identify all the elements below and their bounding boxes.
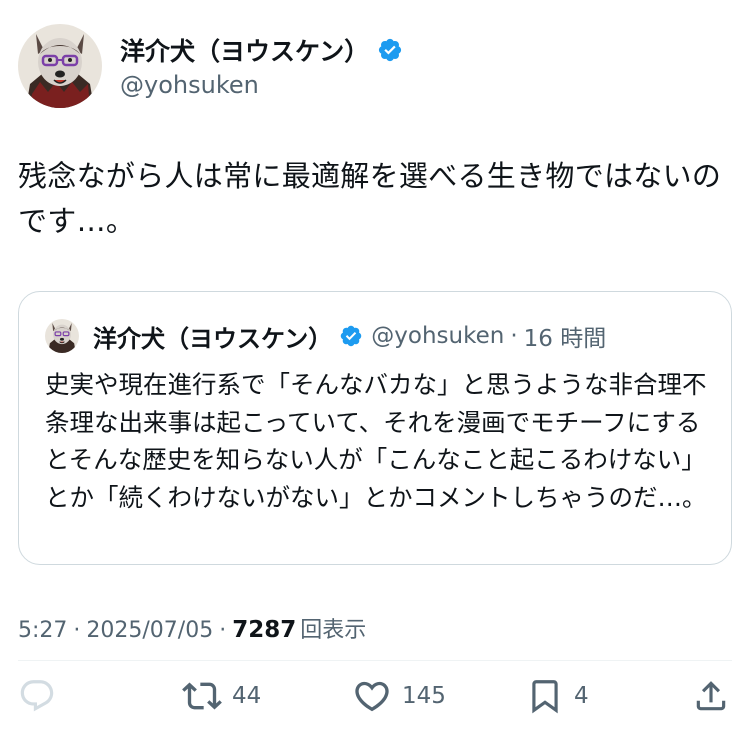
- bookmark-button[interactable]: 4: [526, 672, 589, 720]
- quoted-tweet-card[interactable]: 洋介犬（ヨウスケン） @yohsuken · 16 時間 史実や現在進行系で「そ…: [18, 291, 732, 565]
- quoted-tweet-header: 洋介犬（ヨウスケン） @yohsuken · 16 時間: [45, 318, 606, 354]
- retweet-count: 44: [232, 683, 262, 709]
- meta-separator: ·: [219, 618, 227, 643]
- share-icon: [692, 677, 730, 715]
- tweet-time[interactable]: 5:27: [18, 618, 67, 643]
- author-avatar[interactable]: [18, 24, 102, 108]
- like-button[interactable]: 145: [352, 672, 446, 720]
- meta-separator: ·: [73, 618, 81, 643]
- bookmark-count: 4: [574, 683, 589, 709]
- action-bar: 44 145 4: [18, 672, 732, 720]
- reply-icon: [18, 677, 56, 715]
- tweet-header: 洋介犬（ヨウスケン） @yohsuken: [18, 24, 403, 108]
- quoted-author-display-name: 洋介犬（ヨウスケン）: [93, 324, 333, 353]
- tweet-text: 残念ながら人は常に最適解を選べる生き物ではないのです…。: [18, 159, 722, 238]
- quoted-author-avatar: [45, 319, 79, 353]
- tweet-meta: 5:27 · 2025/07/05 · 7287 回表示: [18, 612, 366, 644]
- reply-button[interactable]: [18, 672, 66, 720]
- retweet-button[interactable]: 44: [182, 672, 261, 720]
- share-button[interactable]: [692, 672, 730, 720]
- author-handle[interactable]: @yohsuken: [120, 71, 403, 99]
- tweet-date[interactable]: 2025/07/05: [86, 618, 213, 643]
- quoted-timestamp: 16 時間: [523, 326, 607, 352]
- quoted-tweet-text: 史実や現在進行系で「そんなバカな」と思うような非合理不条理な出来事は起こっていて…: [45, 370, 707, 512]
- bookmark-icon: [526, 677, 564, 715]
- view-count: 7287: [232, 617, 297, 643]
- author-display-name[interactable]: 洋介犬（ヨウスケン）: [120, 32, 369, 68]
- retweet-icon: [182, 676, 222, 716]
- verified-badge-icon[interactable]: [377, 37, 403, 63]
- verified-badge-icon: [339, 324, 363, 348]
- like-count: 145: [402, 683, 446, 709]
- view-count-label: 回表示: [300, 618, 367, 643]
- quoted-author-handle: @yohsuken: [371, 323, 505, 349]
- quoted-separator: ·: [510, 323, 518, 349]
- heart-icon: [352, 676, 392, 716]
- divider: [18, 660, 732, 661]
